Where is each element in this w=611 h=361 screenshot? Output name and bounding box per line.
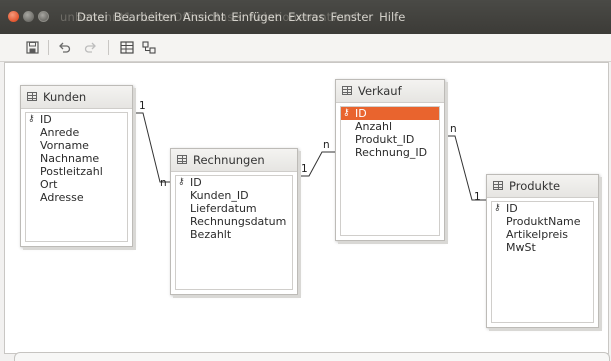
undo-icon[interactable] (58, 40, 71, 55)
table-name: Produkte (509, 179, 561, 193)
field-item[interactable]: Produkt_ID (341, 133, 439, 146)
field-item[interactable]: Bezahlt (176, 228, 292, 241)
field-item[interactable]: Rechnungsdatum (176, 215, 292, 228)
toolbar-separator (48, 40, 49, 55)
new-relation-icon[interactable] (142, 40, 156, 55)
field-item[interactable]: Adresse (26, 191, 127, 204)
table-window-verkauf[interactable]: Verkauf ⚷ ID Anzahl Produkt_ID Rechnung_I… (335, 79, 445, 241)
field-list[interactable]: ⚷ ID Anrede Vorname Nachname Postleitzahl… (25, 112, 128, 242)
field-item[interactable]: Kunden_ID (176, 189, 292, 202)
menu-extras[interactable]: Extras (285, 10, 327, 24)
redo-icon[interactable] (84, 40, 97, 55)
field-item[interactable]: ProduktName (492, 215, 593, 228)
relation-label-verkauf-n: n (323, 139, 330, 151)
field-name: Artikelpreis (506, 228, 569, 241)
menu-einfuegen[interactable]: Einfügen (228, 10, 285, 24)
field-item[interactable]: ⚷ ID (26, 113, 127, 126)
field-name: ID (355, 107, 367, 120)
table-icon (493, 181, 503, 190)
field-name: Ort (40, 178, 58, 191)
table-icon (342, 86, 352, 95)
maximize-window-button[interactable] (38, 11, 49, 22)
table-header[interactable]: Kunden (21, 86, 132, 109)
field-item[interactable]: Lieferdatum (176, 202, 292, 215)
field-list[interactable]: ⚷ ID Kunden_ID Lieferdatum Rechnungsdatum… (175, 175, 293, 290)
table-window-produkte[interactable]: Produkte ⚷ ID ProduktName Artikelpreis Mw… (486, 174, 599, 328)
table-header[interactable]: Produkte (487, 175, 598, 198)
menu-hilfe[interactable]: Hilfe (376, 10, 408, 24)
field-item-selected[interactable]: ⚷ ID (341, 107, 439, 120)
toolbar-separator (108, 40, 109, 55)
toolbar (0, 34, 611, 62)
field-item[interactable]: MwSt (492, 241, 593, 254)
table-name: Verkauf (358, 84, 402, 98)
menu-datei[interactable]: Datei (74, 10, 111, 24)
table-header[interactable]: Verkauf (336, 80, 444, 103)
field-name: Lieferdatum (190, 202, 257, 215)
field-name: Rechnung_ID (355, 146, 428, 159)
relation-label-rechnungen-1: 1 (301, 163, 308, 175)
field-list[interactable]: ⚷ ID Anzahl Produkt_ID Rechnung_ID (340, 106, 440, 236)
field-name: Bezahlt (190, 228, 232, 241)
relation-label-kunden-1: 1 (139, 100, 146, 112)
field-item[interactable]: Anrede (26, 126, 127, 139)
table-window-kunden[interactable]: Kunden ⚷ ID Anrede Vorname Nachname Postl… (20, 85, 133, 247)
field-name: ID (40, 113, 52, 126)
table-header[interactable]: Rechnungen (171, 149, 297, 172)
field-name: ID (190, 176, 202, 189)
table-name: Rechnungen (193, 153, 265, 167)
field-name: Rechnungsdatum (190, 215, 287, 228)
field-name: ProduktName (506, 215, 581, 228)
relation-label-produkte-1: 1 (474, 191, 481, 203)
primary-key-icon: ⚷ (343, 108, 350, 118)
add-tables-icon[interactable] (120, 40, 134, 55)
field-name: ID (506, 202, 518, 215)
field-name: Produkt_ID (355, 133, 415, 146)
field-name: Kunden_ID (190, 189, 249, 202)
field-name: Nachname (40, 152, 100, 165)
field-item[interactable]: Anzahl (341, 120, 439, 133)
field-item[interactable]: Rechnung_ID (341, 146, 439, 159)
field-name: Anzahl (355, 120, 393, 133)
field-name: Postleitzahl (40, 165, 103, 178)
table-window-rechnungen[interactable]: Rechnungen ⚷ ID Kunden_ID Lieferdatum Rec… (170, 148, 298, 295)
field-item[interactable]: Nachname (26, 152, 127, 165)
relation-label-verkauf-n2: n (450, 123, 457, 135)
table-name: Kunden (43, 90, 87, 104)
field-item[interactable]: Ort (26, 178, 127, 191)
field-name: Vorname (40, 139, 89, 152)
field-name: MwSt (506, 241, 536, 254)
primary-key-icon: ⚷ (28, 114, 35, 124)
close-window-button[interactable] (8, 11, 19, 22)
relation-label-rechnungen-n: n (160, 177, 167, 189)
menu-bar: Datei Bearbeiten Ansicht Einfügen Extras… (74, 10, 408, 24)
primary-key-icon: ⚷ (178, 177, 185, 187)
table-icon (177, 155, 187, 164)
title-menu-bar: unbenannt1 - LibreOffice Base: Relatione… (0, 0, 611, 34)
field-item[interactable]: ⚷ ID (492, 202, 593, 215)
field-item[interactable]: Postleitzahl (26, 165, 127, 178)
field-name: Adresse (40, 191, 84, 204)
field-item[interactable]: ⚷ ID (176, 176, 292, 189)
field-list[interactable]: ⚷ ID ProduktName Artikelpreis MwSt (491, 201, 594, 323)
menu-fenster[interactable]: Fenster (327, 10, 376, 24)
field-name: Anrede (40, 126, 80, 139)
save-icon[interactable] (26, 40, 39, 55)
field-item[interactable]: Artikelpreis (492, 228, 593, 241)
minimize-window-button[interactable] (23, 11, 34, 22)
table-icon (27, 92, 37, 101)
menu-ansicht[interactable]: Ansicht (180, 10, 228, 24)
menu-bearbeiten[interactable]: Bearbeiten (111, 10, 180, 24)
primary-key-icon: ⚷ (494, 203, 501, 213)
field-item[interactable]: Vorname (26, 139, 127, 152)
